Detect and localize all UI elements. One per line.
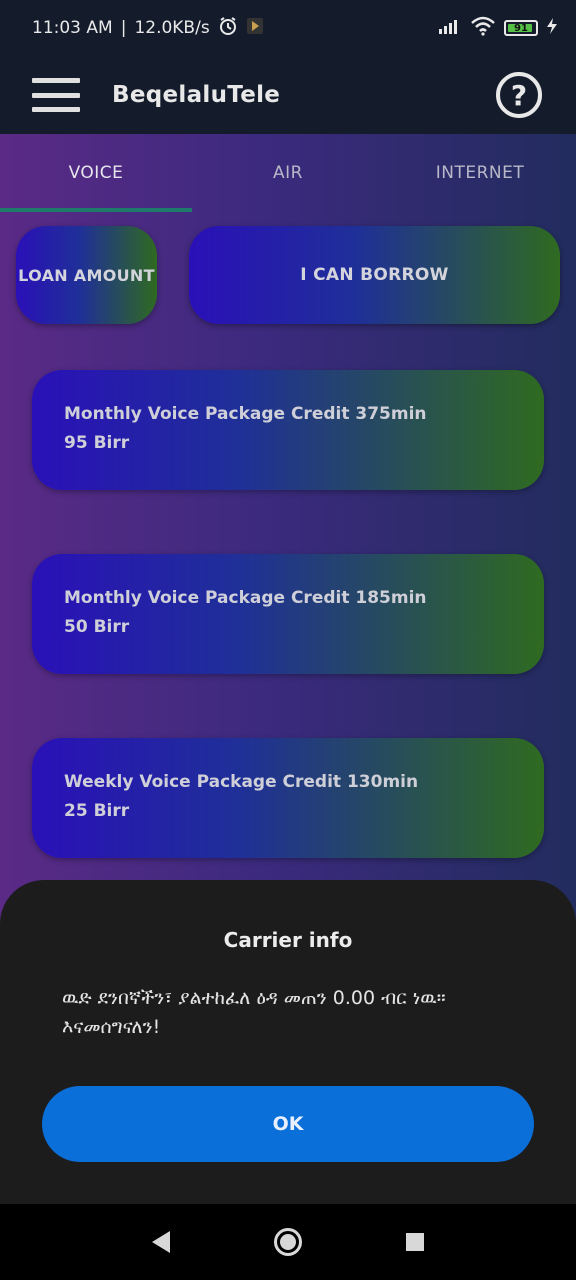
hamburger-menu-icon[interactable] [32,78,80,112]
network-speed: 12.0KB/s [134,18,210,38]
status-separator: | [120,18,127,38]
package-price: 95 Birr [64,433,130,453]
battery-icon: 91 [504,20,538,36]
home-icon[interactable] [274,1228,302,1256]
dialog-title: Carrier info [223,928,353,952]
back-icon[interactable] [152,1231,170,1253]
action-buttons: LOAN AMOUNT I CAN BORROW [16,226,560,324]
recent-apps-icon[interactable] [406,1233,424,1251]
carrier-info-dialog: Carrier info ዉድ ደንበኛችን፣ ያልተከፈለ ዕዳ መጠን 0.… [0,880,576,1204]
cell-signal-icon [438,17,462,40]
ok-button[interactable]: OK [42,1086,534,1162]
package-name: Monthly Voice Package Credit 185min [64,588,427,608]
status-time: 11:03 AM [32,18,113,38]
wifi-icon [470,16,496,41]
system-nav-bar [0,1204,576,1280]
loan-amount-button[interactable]: LOAN AMOUNT [16,226,157,324]
package-name: Weekly Voice Package Credit 130min [64,772,419,792]
app-title: BeqelaluTele [112,82,281,108]
app-notification-icon [246,17,264,40]
help-question-icon[interactable]: ? [496,72,542,118]
package-price: 25 Birr [64,801,130,821]
app-bar: BeqelaluTele ? [0,56,576,134]
package-price: 50 Birr [64,617,130,637]
package-card[interactable]: Monthly Voice Package Credit 185min 50 B… [32,554,544,674]
alarm-clock-icon [218,16,238,41]
dialog-message: ዉድ ደንበኛችን፣ ያልተከፈለ ዕዳ መጠን 0.00 ብር ነዉ። እናመ… [62,987,446,1038]
tab-voice[interactable]: VOICE [0,134,192,212]
battery-level: 91 [514,22,528,34]
tab-air[interactable]: AIR [192,134,384,212]
active-tab-indicator [0,208,192,212]
tab-bar: VOICE AIR INTERNET [0,134,576,212]
package-name: Monthly Voice Package Credit 375min [64,404,427,424]
package-card[interactable]: Weekly Voice Package Credit 130min 25 Bi… [32,738,544,858]
tab-internet[interactable]: INTERNET [384,134,576,212]
i-can-borrow-button[interactable]: I CAN BORROW [189,226,560,324]
package-card[interactable]: Monthly Voice Package Credit 375min 95 B… [32,370,544,490]
charging-bolt-icon [546,17,558,40]
status-bar: 11:03 AM | 12.0KB/s 91 [0,0,576,56]
